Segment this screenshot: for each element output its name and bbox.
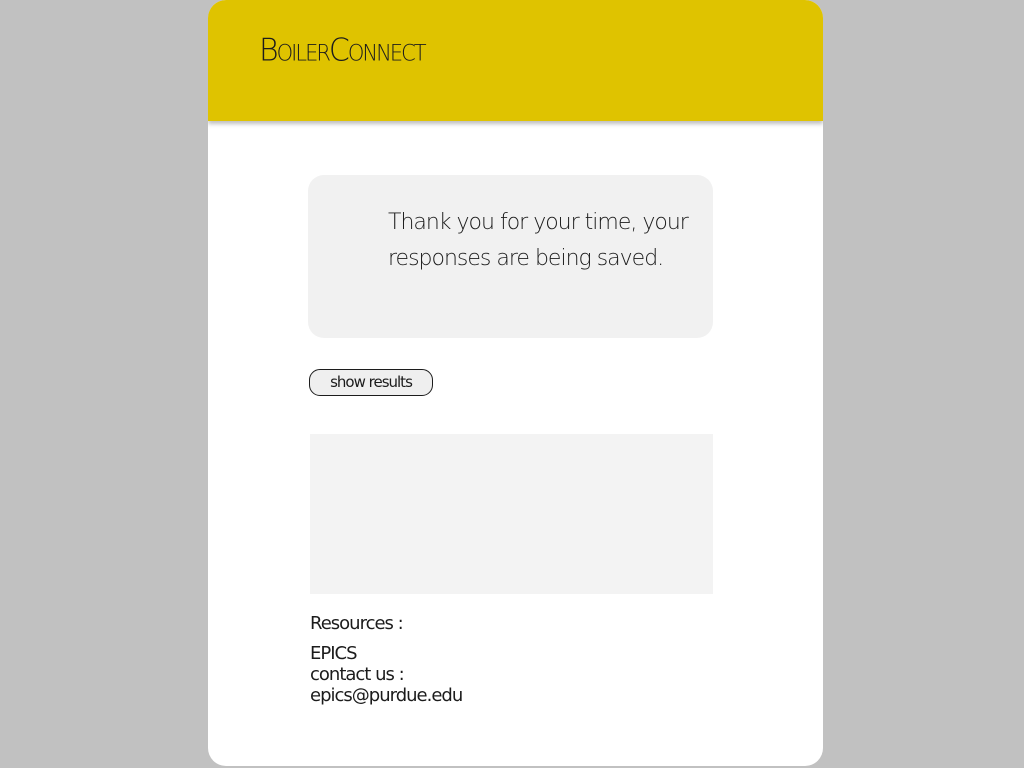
confirmation-message-box: Thank you for your time, your responses … [308, 175, 713, 338]
brand-title: BoilerConnect [259, 32, 427, 69]
confirmation-message-text: Thank you for your time, your responses … [388, 210, 689, 271]
app-header: BoilerConnect [208, 0, 823, 121]
show-results-button[interactable]: show results [309, 369, 433, 396]
resources-heading: Resources : [310, 613, 404, 634]
contact-label: contact us : [310, 664, 405, 685]
epics-link-text[interactable]: EPICS [310, 643, 358, 664]
contact-email-text[interactable]: epics@purdue.edu [310, 685, 463, 706]
results-panel [310, 434, 713, 594]
main-card: BoilerConnect Thank you for your time, y… [208, 0, 823, 766]
resources-section: Resources : EPICS contact us : epics@pur… [310, 613, 463, 706]
epics-link[interactable]: EPICS [310, 643, 462, 664]
contact-email-link[interactable]: epics@purdue.edu [310, 685, 463, 706]
